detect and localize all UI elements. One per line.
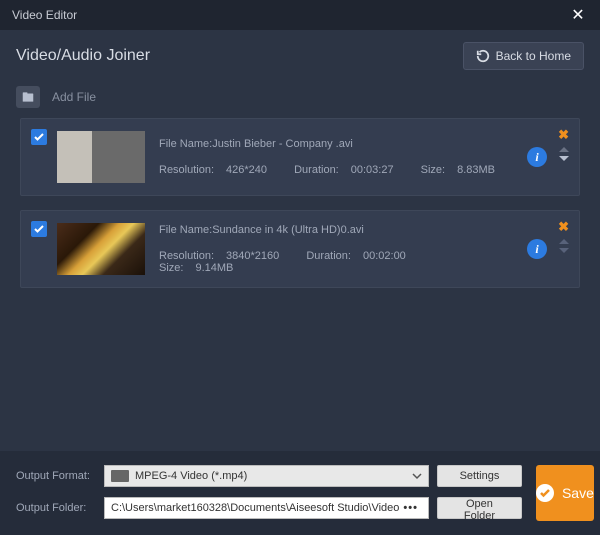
app-window: Video Editor ✕ Video/Audio Joiner Back t… <box>0 0 600 535</box>
output-folder-label: Output Folder: <box>16 502 96 514</box>
size-label: Size: <box>421 164 445 176</box>
item-side-controls: ✖ <box>558 219 569 253</box>
header: Video/Audio Joiner Back to Home <box>0 30 600 82</box>
check-icon <box>33 223 45 235</box>
save-button[interactable]: Save <box>536 465 594 521</box>
filename-value: Sundance in 4k (Ultra HD)0.avi <box>212 224 364 236</box>
add-file-button[interactable] <box>16 86 40 108</box>
add-file-label: Add File <box>52 90 96 104</box>
output-format-row: Output Format: MPEG-4 Video (*.mp4) Sett… <box>16 465 522 487</box>
chevron-down-icon <box>412 471 422 481</box>
resolution-value: 3840*2160 <box>226 250 279 262</box>
duration-label: Duration: <box>294 164 339 176</box>
file-info: File Name:Justin Bieber - Company .avi R… <box>159 138 527 176</box>
add-file-row: Add File <box>0 82 600 118</box>
filename-value: Justin Bieber - Company .avi <box>212 138 353 150</box>
save-label: Save <box>562 485 594 501</box>
file-info: File Name:Sundance in 4k (Ultra HD)0.avi… <box>159 224 527 274</box>
output-folder-input[interactable]: C:\Users\market160328\Documents\Aiseesof… <box>104 497 429 519</box>
file-list: File Name:Justin Bieber - Company .avi R… <box>0 118 600 302</box>
back-arrow-icon <box>476 49 490 63</box>
close-button[interactable]: ✕ <box>568 5 588 25</box>
output-folder-value: C:\Users\market160328\Documents\Aiseesof… <box>111 502 399 514</box>
video-thumbnail <box>57 223 145 275</box>
duration-label: Duration: <box>306 250 351 262</box>
item-side-controls: ✖ <box>558 127 569 161</box>
output-format-value: MPEG-4 Video (*.mp4) <box>135 470 247 482</box>
browse-folder-button[interactable]: ••• <box>399 502 422 514</box>
duration-value: 00:03:27 <box>351 164 394 176</box>
info-button[interactable]: i <box>527 147 547 167</box>
settings-button[interactable]: Settings <box>437 465 522 487</box>
file-item[interactable]: File Name:Sundance in 4k (Ultra HD)0.avi… <box>20 210 580 288</box>
remove-item-button[interactable]: ✖ <box>558 219 569 235</box>
video-thumbnail <box>57 131 145 183</box>
size-value: 9.14MB <box>195 262 233 274</box>
page-title: Video/Audio Joiner <box>16 47 150 65</box>
duration-value: 00:02:00 <box>363 250 406 262</box>
format-icon <box>111 470 129 482</box>
resolution-label: Resolution: <box>159 250 214 262</box>
move-up-button[interactable] <box>559 239 569 244</box>
resolution-label: Resolution: <box>159 164 214 176</box>
add-file-icon <box>21 90 35 104</box>
save-check-icon <box>536 484 554 502</box>
back-to-home-label: Back to Home <box>496 49 571 63</box>
info-button[interactable]: i <box>527 239 547 259</box>
filename-label: File Name: <box>159 138 212 150</box>
output-folder-row: Output Folder: C:\Users\market160328\Doc… <box>16 497 522 519</box>
move-down-button[interactable] <box>559 248 569 253</box>
file-checkbox[interactable] <box>31 129 47 145</box>
move-down-button[interactable] <box>559 156 569 161</box>
output-format-select[interactable]: MPEG-4 Video (*.mp4) <box>104 465 429 487</box>
size-label: Size: <box>159 262 183 274</box>
move-up-button[interactable] <box>559 147 569 152</box>
filename-label: File Name: <box>159 224 212 236</box>
resolution-value: 426*240 <box>226 164 267 176</box>
remove-item-button[interactable]: ✖ <box>558 127 569 143</box>
size-value: 8.83MB <box>457 164 495 176</box>
titlebar: Video Editor ✕ <box>0 0 600 30</box>
file-checkbox[interactable] <box>31 221 47 237</box>
output-format-label: Output Format: <box>16 470 96 482</box>
window-title: Video Editor <box>12 8 77 22</box>
file-item[interactable]: File Name:Justin Bieber - Company .avi R… <box>20 118 580 196</box>
open-folder-button[interactable]: Open Folder <box>437 497 522 519</box>
back-to-home-button[interactable]: Back to Home <box>463 42 584 70</box>
footer: Output Format: MPEG-4 Video (*.mp4) Sett… <box>0 451 600 535</box>
check-icon <box>33 131 45 143</box>
